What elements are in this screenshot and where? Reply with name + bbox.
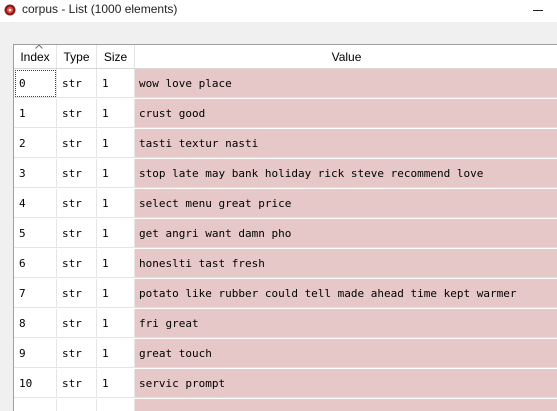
- column-header-type[interactable]: Type: [57, 45, 97, 68]
- index-cell: [14, 399, 57, 411]
- type-cell[interactable]: str: [57, 99, 97, 128]
- size-cell[interactable]: 1: [97, 339, 135, 368]
- value-cell[interactable]: select menu great price: [135, 189, 557, 218]
- type-cell[interactable]: str: [57, 219, 97, 248]
- index-cell[interactable]: 3: [14, 159, 57, 188]
- value-cell[interactable]: great touch: [135, 339, 557, 368]
- table-row[interactable]: 5 str 1 get angri want damn pho: [14, 219, 557, 249]
- table-row[interactable]: 0 str 1 wow love place: [14, 69, 557, 99]
- value-cell[interactable]: servic prompt: [135, 369, 557, 398]
- table-row[interactable]: 3 str 1 stop late may bank holiday rick …: [14, 159, 557, 189]
- type-cell[interactable]: str: [57, 369, 97, 398]
- size-cell[interactable]: 1: [97, 219, 135, 248]
- size-cell[interactable]: 1: [97, 99, 135, 128]
- table-header: Index Type Size Value: [14, 45, 557, 69]
- table-row-partial: [14, 399, 557, 411]
- type-cell[interactable]: str: [57, 279, 97, 308]
- index-cell[interactable]: 6: [14, 249, 57, 278]
- size-cell[interactable]: 1: [97, 309, 135, 338]
- index-cell[interactable]: 10: [14, 369, 57, 398]
- table-row[interactable]: 1 str 1 crust good: [14, 99, 557, 129]
- type-cell[interactable]: str: [57, 129, 97, 158]
- title-bar: corpus - List (1000 elements): [0, 0, 557, 22]
- column-header-label: Index: [20, 49, 50, 64]
- index-cell[interactable]: 7: [14, 279, 57, 308]
- table-row[interactable]: 6 str 1 honeslti tast fresh: [14, 249, 557, 279]
- table-row[interactable]: 9 str 1 great touch: [14, 339, 557, 369]
- index-cell[interactable]: 5: [14, 219, 57, 248]
- value-cell: [135, 399, 557, 411]
- column-header-label: Type: [63, 49, 90, 64]
- value-cell[interactable]: wow love place: [135, 69, 557, 98]
- type-cell[interactable]: str: [57, 339, 97, 368]
- size-cell[interactable]: 1: [97, 69, 135, 98]
- type-cell[interactable]: str: [57, 159, 97, 188]
- column-header-label: Value: [331, 49, 362, 64]
- app-icon: [4, 4, 16, 16]
- size-cell[interactable]: 1: [97, 129, 135, 158]
- column-header-label: Size: [103, 49, 128, 64]
- type-cell[interactable]: str: [57, 69, 97, 98]
- sort-ascending-icon: [35, 45, 43, 49]
- index-cell[interactable]: 1: [14, 99, 57, 128]
- size-cell[interactable]: 1: [97, 189, 135, 218]
- column-header-index[interactable]: Index: [14, 45, 57, 68]
- type-cell: [57, 399, 97, 411]
- table-row[interactable]: 2 str 1 tasti textur nasti: [14, 129, 557, 159]
- size-cell: [97, 399, 135, 411]
- column-header-size[interactable]: Size: [97, 45, 135, 68]
- index-cell[interactable]: 4: [14, 189, 57, 218]
- table-row[interactable]: 10 str 1 servic prompt: [14, 369, 557, 399]
- value-cell[interactable]: stop late may bank holiday rick steve re…: [135, 159, 557, 188]
- minimize-button[interactable]: [511, 0, 557, 22]
- value-cell[interactable]: get angri want damn pho: [135, 219, 557, 248]
- index-cell[interactable]: 9: [14, 339, 57, 368]
- table-row[interactable]: 7 str 1 potato like rubber could tell ma…: [14, 279, 557, 309]
- value-cell[interactable]: potato like rubber could tell made ahead…: [135, 279, 557, 308]
- table-row[interactable]: 4 str 1 select menu great price: [14, 189, 557, 219]
- size-cell[interactable]: 1: [97, 159, 135, 188]
- table-row[interactable]: 8 str 1 fri great: [14, 309, 557, 339]
- type-cell[interactable]: str: [57, 189, 97, 218]
- type-cell[interactable]: str: [57, 309, 97, 338]
- value-cell[interactable]: crust good: [135, 99, 557, 128]
- window-title: corpus - List (1000 elements): [22, 2, 178, 16]
- index-cell[interactable]: 2: [14, 129, 57, 158]
- size-cell[interactable]: 1: [97, 369, 135, 398]
- size-cell[interactable]: 1: [97, 249, 135, 278]
- value-cell[interactable]: tasti textur nasti: [135, 129, 557, 158]
- type-cell[interactable]: str: [57, 249, 97, 278]
- size-cell[interactable]: 1: [97, 279, 135, 308]
- column-header-value[interactable]: Value: [135, 45, 557, 68]
- index-cell[interactable]: 8: [14, 309, 57, 338]
- index-cell[interactable]: 0: [14, 69, 57, 98]
- value-cell[interactable]: honeslti tast fresh: [135, 249, 557, 278]
- value-cell[interactable]: fri great: [135, 309, 557, 338]
- list-table: Index Type Size Value 0 str 1 wow love p…: [13, 44, 557, 411]
